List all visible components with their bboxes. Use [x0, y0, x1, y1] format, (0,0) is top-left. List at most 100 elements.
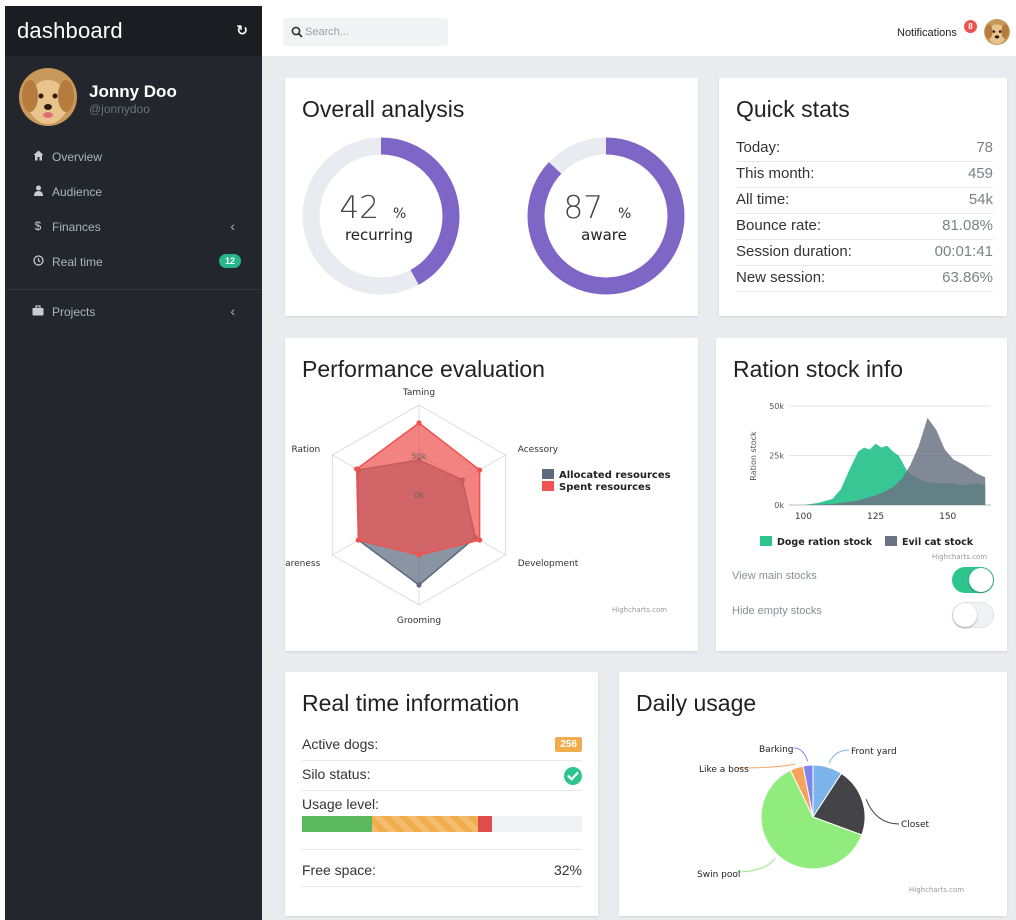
- radar-chart: Taming Acessory Development Grooming Awarene…: [285, 388, 671, 626]
- radar-point[interactable]: [355, 537, 361, 543]
- chevron-left-icon: ‹: [230, 303, 235, 319]
- avatar[interactable]: [984, 19, 1010, 45]
- x-tick-label: 125: [867, 512, 884, 522]
- radar-point[interactable]: [416, 582, 422, 588]
- sidebar: dashboard ↻ Jonny Doo @jonnydoo Overview…: [5, 6, 262, 920]
- usage-progress-bar: [302, 816, 582, 832]
- divider: [302, 849, 582, 850]
- row-label: Usage level:: [302, 796, 380, 812]
- radar-point[interactable]: [477, 537, 483, 543]
- stat-row: All time: 54k: [736, 187, 993, 214]
- ration-stock-card: Ration stock info 0k 25k 50k 100 125 150 Rati…: [716, 338, 1007, 651]
- x-tick-label: 150: [939, 512, 956, 522]
- chart-credit[interactable]: Highcharts.com: [932, 553, 987, 561]
- sidebar-item-real-time[interactable]: Real time 12: [31, 253, 245, 273]
- search-box[interactable]: [283, 18, 448, 46]
- avatar: [19, 68, 77, 126]
- check-circle-icon: [564, 767, 582, 788]
- topbar: Notifications 8: [262, 6, 1016, 56]
- legend-label[interactable]: Evil cat stock: [902, 537, 974, 548]
- user-name: Jonny Doo: [89, 82, 177, 101]
- sidebar-item-label: Finances: [52, 220, 101, 234]
- count-badge: 12: [218, 254, 241, 268]
- radar-point[interactable]: [416, 552, 422, 558]
- quick-stats-card: Quick stats Today: 78 This month: 459 All …: [719, 78, 1007, 316]
- y-axis-label: Ration stock: [749, 431, 758, 481]
- user-handle: @jonnydoo: [89, 102, 150, 116]
- active-dogs-row: Active dogs: 256: [302, 730, 582, 761]
- stat-value: 78: [976, 139, 993, 156]
- stat-value: 63.86%: [942, 269, 993, 286]
- stat-value: 54k: [968, 191, 993, 208]
- sidebar-divider: [5, 289, 262, 290]
- card-title: Quick stats: [736, 96, 850, 122]
- notifications-link[interactable]: Notifications: [897, 27, 957, 39]
- notification-count-badge: 8: [964, 20, 977, 33]
- pie-label: Like a boss: [699, 765, 749, 775]
- chevron-left-icon: ‹: [230, 218, 235, 234]
- radar-point[interactable]: [354, 466, 360, 472]
- usage-segment: [302, 816, 372, 832]
- donut-value: 87: [564, 190, 603, 226]
- stat-value: 00:01:41: [934, 243, 993, 260]
- sidebar-header: dashboard ↻: [5, 6, 262, 56]
- legend: Doge ration stock Evil cat stock: [760, 536, 974, 548]
- sidebar-item-finances[interactable]: $ Finances ‹: [31, 218, 245, 238]
- pie-label: Front yard: [851, 747, 897, 757]
- legend-label[interactable]: Doge ration stock: [777, 537, 873, 548]
- usage-segment: [478, 816, 493, 832]
- view-main-stocks-toggle[interactable]: [952, 567, 994, 593]
- stat-row: This month: 459: [736, 161, 993, 188]
- app-title: dashboard: [17, 18, 123, 43]
- row-label: Free space:: [302, 862, 376, 878]
- overall-analysis-card: Overall analysis 42 % recurring 87 % awa…: [285, 78, 698, 316]
- radar-axis-label: Ration: [291, 445, 320, 455]
- stat-row: Today: 78: [736, 135, 993, 162]
- sidebar-item-label: Projects: [52, 305, 96, 319]
- pie-connector: [865, 799, 900, 825]
- free-space-value: 32%: [553, 862, 582, 878]
- radar-point[interactable]: [416, 420, 422, 426]
- radar-axis-label: Grooming: [397, 616, 441, 626]
- stat-label: This month:: [736, 165, 815, 182]
- stat-label: Session duration:: [736, 243, 852, 260]
- pie-connector: [828, 749, 850, 764]
- active-dogs-badge: 256: [555, 737, 582, 752]
- radar-series-area[interactable]: [355, 422, 481, 556]
- pie-chart: Front yard Closet Swin pool Like a boss Bark…: [697, 745, 964, 894]
- pie-label: Swin pool: [697, 870, 740, 880]
- legend-label[interactable]: Spent resources: [559, 482, 651, 493]
- radar-axis-label: Acessory: [518, 445, 559, 455]
- hide-empty-stocks-toggle[interactable]: [952, 602, 994, 628]
- donut-label: aware: [581, 226, 627, 244]
- radar-axis-label: Development: [518, 559, 579, 569]
- sidebar-item-overview[interactable]: Overview: [31, 148, 245, 168]
- pie-connector: [736, 858, 776, 873]
- stat-row: Session duration: 00:01:41: [736, 239, 993, 266]
- chart-credit[interactable]: Highcharts.com: [612, 606, 667, 614]
- toggle-label: View main stocks: [732, 570, 817, 582]
- donut-unit: %: [618, 206, 631, 222]
- stat-label: All time:: [736, 191, 790, 208]
- legend-swatch: [542, 469, 554, 479]
- radar-point[interactable]: [477, 467, 483, 473]
- radar-value-label: 0k: [414, 491, 424, 500]
- pie-connector: [793, 747, 809, 762]
- toggle-label: Hide empty stocks: [732, 605, 822, 617]
- search-input[interactable]: [305, 24, 440, 40]
- x-tick-label: 100: [795, 512, 812, 522]
- donut-unit: %: [393, 206, 406, 222]
- search-icon: [291, 25, 303, 38]
- sidebar-item-audience[interactable]: Audience: [31, 183, 245, 203]
- clock-icon: [31, 255, 45, 269]
- legend: Allocated resources Spent resources: [542, 469, 671, 493]
- user-profile[interactable]: Jonny Doo @jonnydoo: [19, 68, 259, 130]
- sidebar-item-projects[interactable]: Projects ‹: [31, 303, 245, 323]
- refresh-icon[interactable]: ↻: [236, 22, 248, 39]
- stat-label: New session:: [736, 269, 826, 286]
- daily-usage-card: Daily usage Front yard Closet Swin pool Lik…: [619, 672, 1007, 916]
- chart-credit[interactable]: Highcharts.com: [909, 886, 964, 894]
- stat-value: 459: [967, 165, 993, 182]
- legend-label[interactable]: Allocated resources: [559, 470, 671, 481]
- card-title: Real time information: [302, 690, 520, 716]
